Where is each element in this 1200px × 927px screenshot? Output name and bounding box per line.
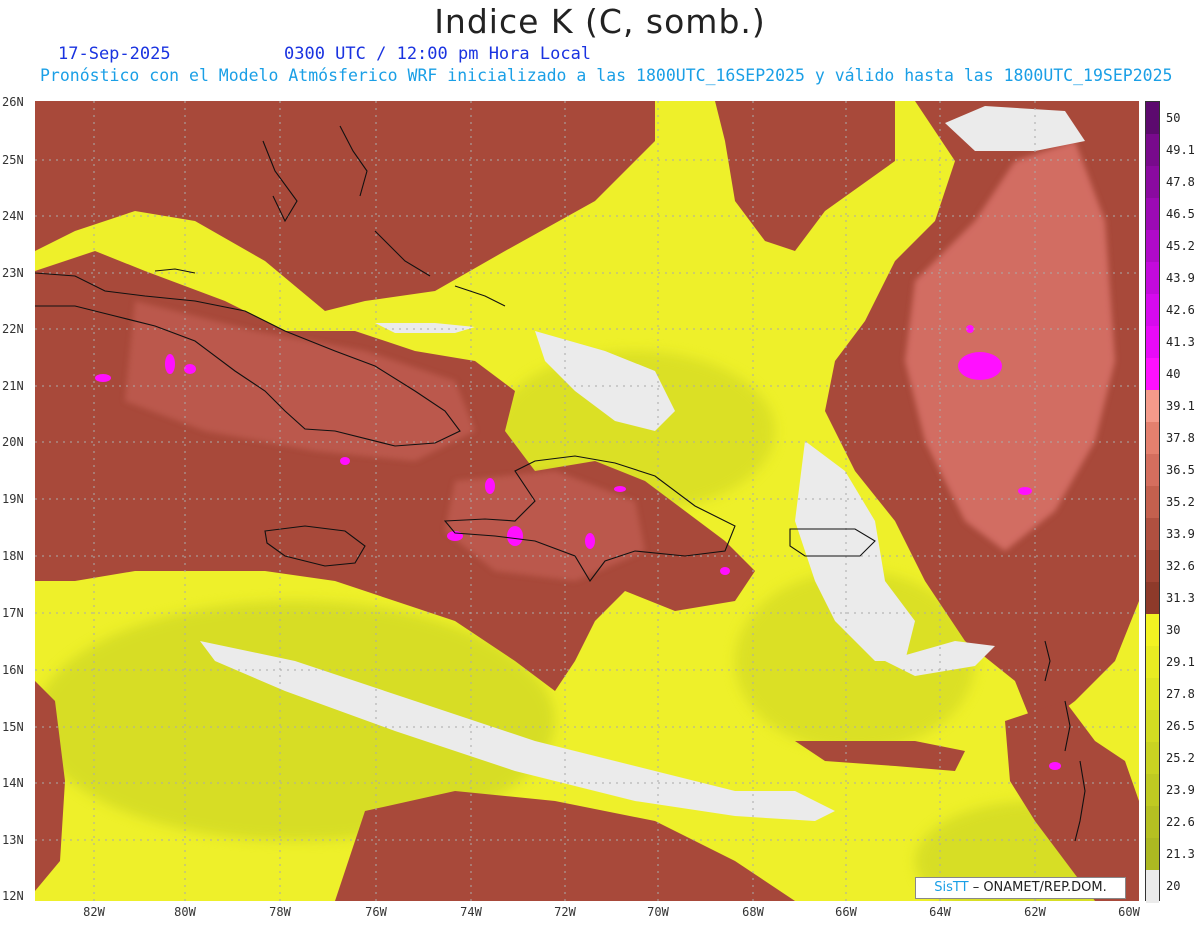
lon-label: 66W [835, 905, 857, 919]
lon-label: 64W [929, 905, 951, 919]
lon-label: 72W [554, 905, 576, 919]
lat-label: 13N [2, 833, 24, 847]
colorbar-label: 41.3 [1166, 335, 1195, 349]
colorbar-segment [1146, 198, 1159, 231]
colorbar-segment [1146, 262, 1159, 295]
colorbar-segment [1146, 134, 1159, 167]
colorbar-label: 42.6 [1166, 303, 1195, 317]
colorbar-label: 36.5 [1166, 463, 1195, 477]
colorbar-segment [1146, 838, 1159, 871]
colorbar-segment [1146, 422, 1159, 455]
colorbar-label: 49.1 [1166, 143, 1195, 157]
lat-label: 26N [2, 95, 24, 109]
lon-label: 82W [83, 905, 105, 919]
colorbar-segment [1146, 486, 1159, 519]
lat-label: 24N [2, 209, 24, 223]
colorbar-segment [1146, 582, 1159, 615]
lat-label: 17N [2, 606, 24, 620]
colorbar-segment [1146, 614, 1159, 647]
colorbar-label: 25.2 [1166, 751, 1195, 765]
colorbar-segment [1146, 358, 1159, 391]
colorbar-segment [1146, 390, 1159, 423]
colorbar-segment [1146, 806, 1159, 839]
forecast-subtitle: Pronóstico con el Modelo Atmósferico WRF… [40, 66, 1173, 85]
lat-label: 12N [2, 889, 24, 903]
colorbar-label: 47.8 [1166, 175, 1195, 189]
colorbar-segment [1146, 102, 1159, 135]
lat-label: 16N [2, 663, 24, 677]
colorbar [1145, 101, 1160, 903]
lat-label: 15N [2, 720, 24, 734]
lat-label: 25N [2, 153, 24, 167]
colorbar-label: 50 [1166, 111, 1181, 125]
colorbar-label: 45.2 [1166, 239, 1195, 253]
lat-label: 21N [2, 379, 24, 393]
lat-label: 22N [2, 322, 24, 336]
lat-label: 20N [2, 435, 24, 449]
colorbar-label: 31.3 [1166, 591, 1195, 605]
colorbar-segment [1146, 454, 1159, 487]
colorbar-segment [1146, 518, 1159, 551]
colorbar-label: 32.6 [1166, 559, 1195, 573]
colorbar-segment [1146, 326, 1159, 359]
forecast-time: 0300 UTC / 12:00 pm Hora Local [284, 44, 592, 64]
colorbar-segment [1146, 646, 1159, 679]
colorbar-label: 39.1 [1166, 399, 1195, 413]
lon-label: 78W [269, 905, 291, 919]
lat-label: 18N [2, 549, 24, 563]
credit-box: SisTT – ONAMET/REP.DOM. [915, 877, 1126, 899]
colorbar-label: 43.9 [1166, 271, 1195, 285]
credit-brand: SisTT [934, 880, 969, 895]
map-title: Indice K (C, somb.) [434, 2, 766, 41]
lon-label: 70W [647, 905, 669, 919]
colorbar-label: 37.8 [1166, 431, 1195, 445]
lon-label: 80W [174, 905, 196, 919]
colorbar-segment [1146, 166, 1159, 199]
colorbar-label: 46.5 [1166, 207, 1195, 221]
colorbar-label: 22.6 [1166, 815, 1195, 829]
colorbar-label: 33.9 [1166, 527, 1195, 541]
colorbar-segment [1146, 294, 1159, 327]
lat-label: 19N [2, 492, 24, 506]
lat-label: 23N [2, 266, 24, 280]
colorbar-label: 30 [1166, 623, 1181, 637]
colorbar-segment [1146, 710, 1159, 743]
colorbar-segment [1146, 742, 1159, 775]
colorbar-label: 21.3 [1166, 847, 1195, 861]
forecast-date: 17-Sep-2025 [58, 44, 171, 64]
colorbar-segment [1146, 870, 1159, 903]
colorbar-segment [1146, 774, 1159, 807]
colorbar-label: 29.1 [1166, 655, 1195, 669]
lon-label: 74W [460, 905, 482, 919]
lat-label: 14N [2, 776, 24, 790]
colorbar-label: 40 [1166, 367, 1181, 381]
colorbar-label: 35.2 [1166, 495, 1195, 509]
colorbar-label: 23.9 [1166, 783, 1195, 797]
colorbar-label: 26.5 [1166, 719, 1195, 733]
map-canvas [35, 101, 1139, 901]
colorbar-segment [1146, 550, 1159, 583]
k-index-map [35, 101, 1139, 901]
colorbar-label: 20 [1166, 879, 1181, 893]
lon-label: 76W [365, 905, 387, 919]
colorbar-segment [1146, 230, 1159, 263]
lon-label: 60W [1118, 905, 1140, 919]
colorbar-segment [1146, 678, 1159, 711]
credit-text: – ONAMET/REP.DOM. [968, 880, 1107, 895]
lon-label: 62W [1024, 905, 1046, 919]
lon-label: 68W [742, 905, 764, 919]
colorbar-label: 27.8 [1166, 687, 1195, 701]
